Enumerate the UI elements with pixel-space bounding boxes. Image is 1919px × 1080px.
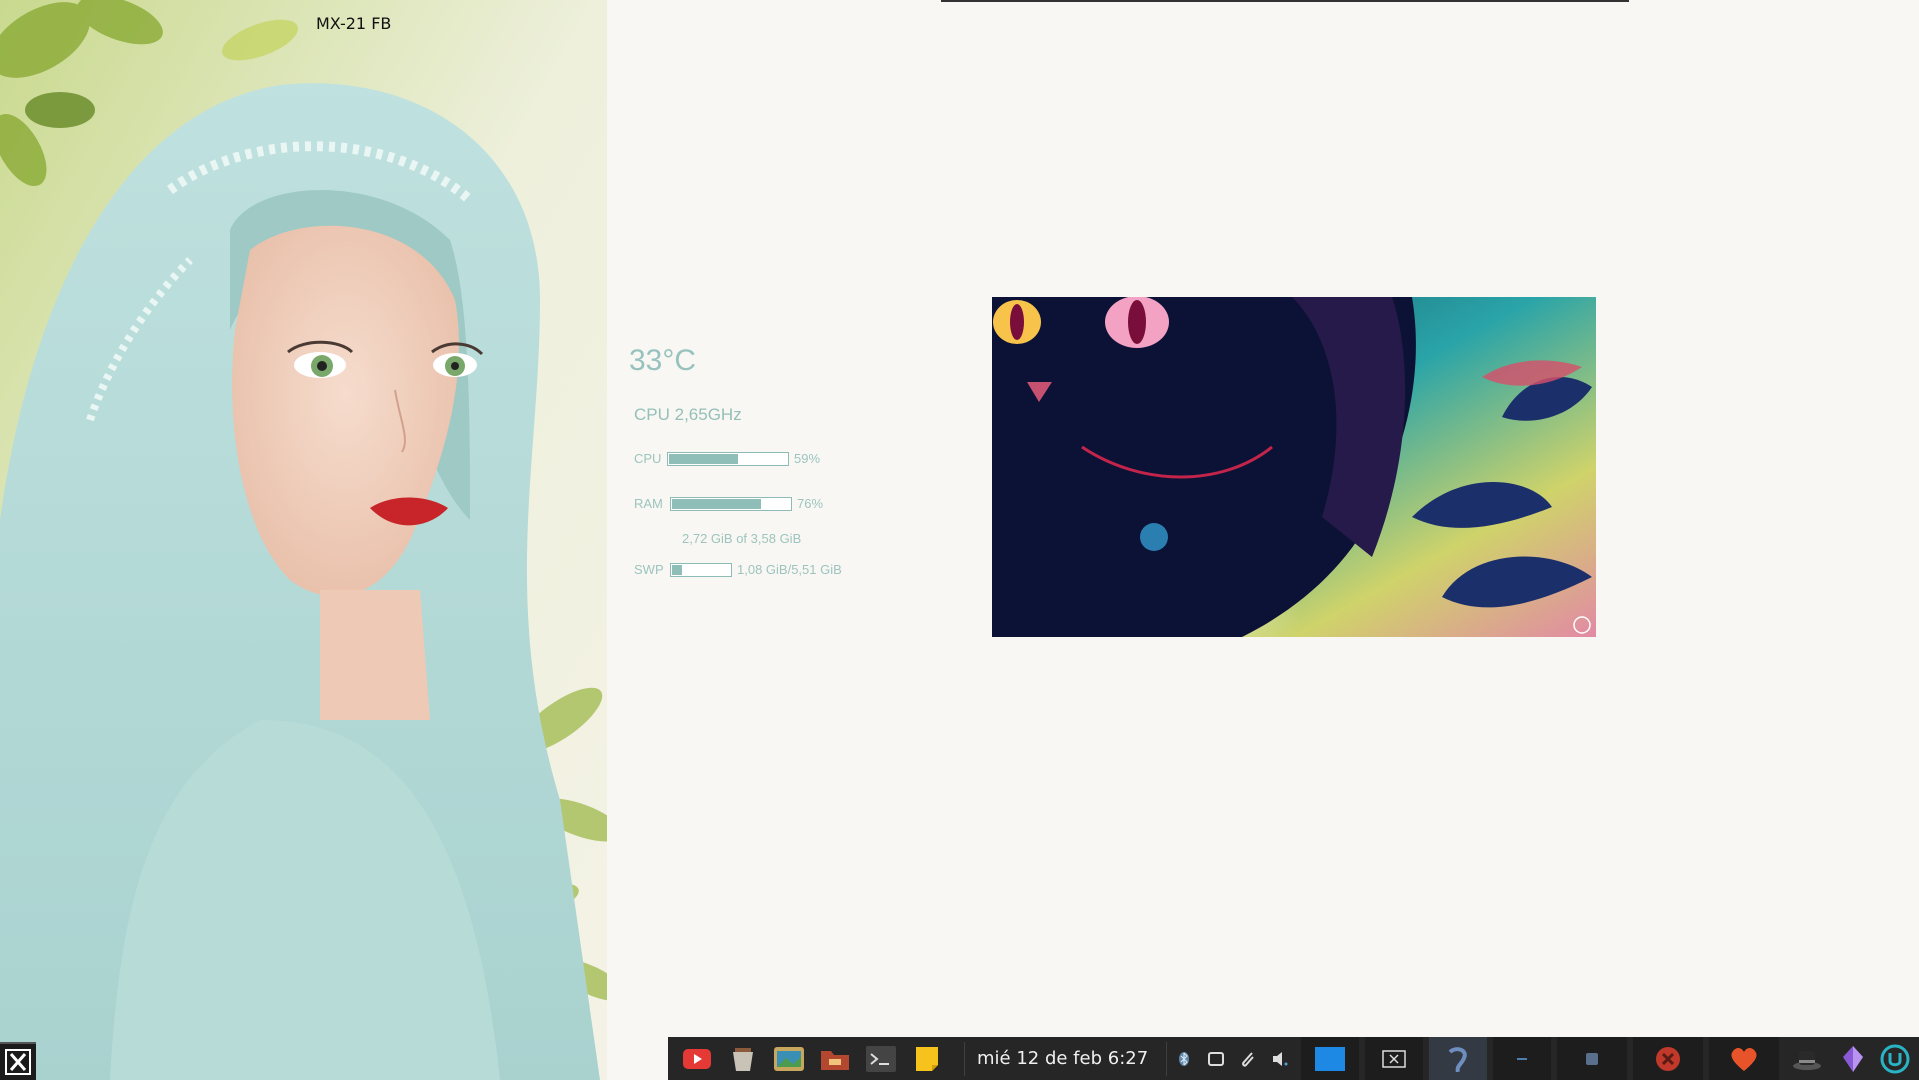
sticky-note-icon[interactable] [912,1044,942,1074]
cpu-bar [667,451,789,466]
cpu-frequency: CPU 2,65GHz [634,405,742,424]
app-task-hat[interactable] [1785,1037,1829,1080]
terminal-icon[interactable] [866,1044,896,1074]
taskbar: mié 12 de feb 6:27 [668,1037,1919,1080]
app-task-heart[interactable] [1709,1037,1780,1080]
app-task-crystal[interactable] [1835,1037,1871,1080]
ram-bar [670,496,792,511]
swap-detail: 1,08 GiB/5,51 GiB [737,562,842,577]
app-task-minimized[interactable] [1493,1037,1552,1080]
cat-picture [992,297,1596,637]
swap-usage-row: SWP 1,08 GiB/5,51 GiB [634,562,842,577]
photo-viewer-icon[interactable] [774,1044,804,1074]
clip-icon[interactable] [1237,1044,1259,1074]
ram-percent: 76% [797,496,824,511]
ram-label: RAM [634,496,663,511]
power-icon[interactable] [1877,1037,1913,1080]
cpu-label: CPU [634,451,662,466]
wallpaper-art [0,0,607,1080]
bucket-icon[interactable] [728,1044,758,1074]
top-divider [941,0,1629,2]
window-task-close[interactable] [1365,1037,1424,1080]
window-task-blue[interactable] [1301,1037,1360,1080]
swap-bar [670,562,732,577]
cpu-percent: 59% [794,451,821,466]
bluetooth-icon[interactable] [1173,1044,1195,1074]
swap-bar-fill [672,564,682,575]
start-menu-button[interactable] [0,1042,36,1080]
ram-usage-row: RAM 76% [634,496,823,511]
x-logo-icon [5,1049,31,1075]
swap-label: SWP [634,562,664,577]
volume-icon[interactable] [1269,1044,1291,1074]
app-task-window[interactable] [1557,1037,1628,1080]
cpu-usage-row: CPU 59% [634,451,820,466]
desktop-label: MX-21 FB [316,14,392,33]
taskbar-separator [1166,1041,1168,1076]
folder-icon[interactable] [820,1044,850,1074]
cpu-bar-fill [669,453,738,464]
taskbar-separator [964,1041,965,1076]
app-task-red[interactable] [1633,1037,1704,1080]
temperature-readout: 33°C [629,344,697,377]
clock[interactable]: mié 12 de feb 6:27 [977,1048,1148,1069]
screen-icon[interactable] [1205,1044,1227,1074]
ram-detail: 2,72 GiB of 3,58 GiB [682,531,802,546]
youtube-icon[interactable] [682,1044,712,1074]
app-task-swirl[interactable] [1429,1037,1488,1080]
ram-bar-fill [672,498,762,509]
